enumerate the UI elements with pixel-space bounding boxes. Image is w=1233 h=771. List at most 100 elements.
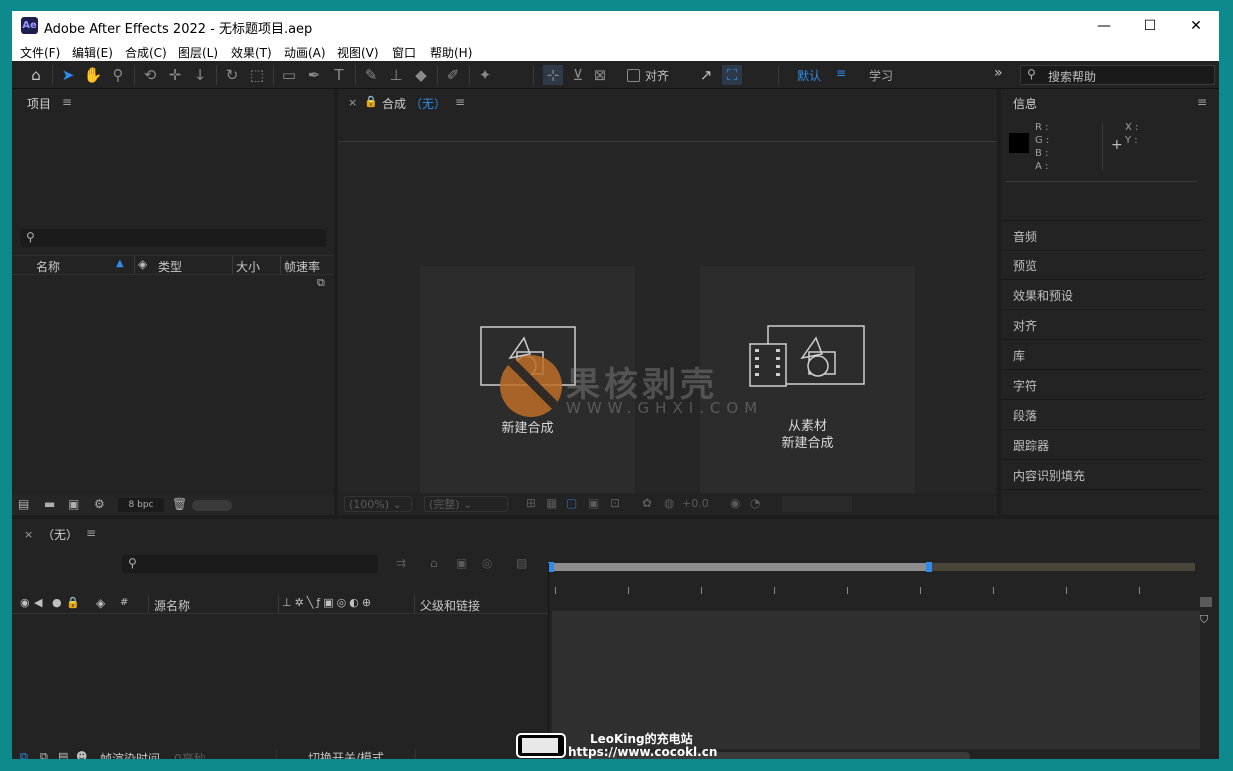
panel-effects-presets[interactable]: 效果和预设 <box>1001 280 1205 310</box>
eraser-tool-icon[interactable]: ◆ <box>411 65 431 85</box>
column-name[interactable]: 名称 <box>36 258 60 275</box>
hand-tool-icon[interactable]: ✋ <box>83 65 103 85</box>
menu-layer[interactable]: 图层(L) <box>178 44 218 61</box>
timeline-search-field[interactable]: ⚲ <box>122 555 378 573</box>
close-button[interactable]: ✕ <box>1173 11 1219 41</box>
new-composition-icon[interactable]: ▣ <box>68 497 79 511</box>
panel-audio[interactable]: 音频 <box>1001 220 1205 251</box>
new-composition-from-footage-card[interactable]: 从素材 新建合成 <box>700 266 915 496</box>
solo-icon[interactable]: ● <box>52 596 62 609</box>
magnification-dropdown[interactable]: (100%) ⌄ <box>344 496 412 512</box>
menu-window[interactable]: 窗口 <box>392 44 416 61</box>
close-tab-icon[interactable]: × <box>24 528 33 541</box>
view-axis-mode-icon[interactable]: ⊠ <box>590 65 610 85</box>
view-dropdown[interactable] <box>782 496 852 512</box>
comp-mini-flowchart-icon[interactable]: ⇉ <box>396 556 406 570</box>
puppet-pin-tool-icon[interactable]: ✦ <box>475 65 495 85</box>
guide-options-icon[interactable]: ⊡ <box>610 496 620 510</box>
clone-stamp-tool-icon[interactable]: ⊥ <box>386 65 406 85</box>
layer-switches-icons[interactable]: ⊥✲╲ƒ▣◎◐⊕ <box>282 596 374 609</box>
type-tool-icon[interactable]: T <box>329 65 349 85</box>
menu-effect[interactable]: 效果(T) <box>231 44 272 61</box>
panel-menu-icon[interactable]: ≡ <box>1197 95 1207 109</box>
work-area-range[interactable] <box>552 563 930 571</box>
timeline-tab-title[interactable]: （无） <box>42 526 78 543</box>
more-workspaces-icon[interactable]: » <box>994 65 1003 81</box>
snapping-checkbox[interactable] <box>627 69 640 82</box>
menu-edit[interactable]: 编辑(E) <box>72 44 113 61</box>
bit-depth-toggle[interactable]: 8 bpc <box>118 498 164 512</box>
snapshot-icon[interactable]: ◉ <box>730 496 740 510</box>
zoom-tool-icon[interactable]: ⚲ <box>108 65 128 85</box>
panel-menu-icon[interactable]: ≡ <box>455 95 465 109</box>
panel-tracker[interactable]: 跟踪器 <box>1001 430 1205 460</box>
column-frame-rate[interactable]: 帧速率 <box>284 258 320 275</box>
menu-animation[interactable]: 动画(A) <box>284 44 326 61</box>
color-channel-icon[interactable]: ✿ <box>642 496 652 510</box>
flowchart-icon[interactable]: ⧉ <box>317 276 325 290</box>
exposure-value[interactable]: +0.0 <box>682 497 709 510</box>
layer-switches-pane-icon[interactable]: ⧉ <box>20 750 28 759</box>
transparency-grid-icon[interactable]: ▦ <box>546 496 557 510</box>
label-tag-icon[interactable]: ◈ <box>138 257 147 271</box>
lock-icon[interactable]: 🔒 <box>364 95 378 108</box>
maximize-button[interactable]: ☐ <box>1127 11 1173 41</box>
frame-blending-icon[interactable]: ◎ <box>482 556 492 570</box>
world-axis-mode-icon[interactable]: ⊻ <box>568 65 588 85</box>
minimize-button[interactable]: — <box>1081 11 1127 41</box>
rotate-tool-icon[interactable]: ↻ <box>222 65 242 85</box>
workspace-menu-icon[interactable]: ≡ <box>836 66 846 80</box>
region-of-interest-icon[interactable]: ▣ <box>588 496 599 510</box>
panel-paragraph[interactable]: 段落 <box>1001 400 1205 430</box>
anchor-point-tool-icon[interactable]: ⬚ <box>247 65 267 85</box>
work-area-end-handle[interactable] <box>926 562 932 572</box>
project-search-field[interactable]: ⚲ <box>20 229 326 247</box>
show-snapshot-icon[interactable]: ◔ <box>750 496 760 510</box>
home-icon[interactable]: ⌂ <box>26 65 46 85</box>
in-out-panes-icon[interactable]: ▤ <box>58 750 68 759</box>
time-ruler[interactable] <box>552 575 1200 609</box>
resolution-dropdown[interactable]: (完整) ⌄ <box>424 496 508 512</box>
layer-number-column[interactable]: # <box>120 597 128 608</box>
composition-tab-name[interactable]: （无） <box>410 95 446 112</box>
pen-tool-icon[interactable]: ✒ <box>304 65 324 85</box>
menu-view[interactable]: 视图(V) <box>337 44 379 61</box>
panel-content-aware-fill[interactable]: 内容识别填充 <box>1001 460 1205 490</box>
panel-libraries[interactable]: 库 <box>1001 340 1205 370</box>
roto-brush-tool-icon[interactable]: ✐ <box>443 65 463 85</box>
panel-menu-icon[interactable]: ≡ <box>62 95 72 109</box>
project-settings-icon[interactable]: ⚙ <box>94 497 105 511</box>
brush-tool-icon[interactable]: ✎ <box>361 65 381 85</box>
snapshot-fit-icon[interactable]: ⊞ <box>526 496 536 510</box>
workspace-learn[interactable]: 学习 <box>869 67 893 84</box>
label-tag-icon[interactable]: ◈ <box>96 596 105 610</box>
info-panel-title[interactable]: 信息 <box>1013 95 1037 112</box>
sort-ascending-icon[interactable]: ▲ <box>116 258 124 269</box>
lock-icon[interactable]: 🔒 <box>66 596 80 609</box>
hide-shy-layers-icon[interactable]: ▣ <box>456 556 467 570</box>
delete-icon[interactable]: 🗑 <box>172 497 187 511</box>
rectangle-tool-icon[interactable]: ▭ <box>279 65 299 85</box>
workspace-default[interactable]: 默认 <box>797 67 821 84</box>
project-panel-title[interactable]: 项目 <box>27 95 51 112</box>
audio-toggle-icon[interactable]: ◀ <box>34 596 42 609</box>
selection-tool-icon[interactable]: ➤ <box>58 65 78 85</box>
draft-3d-icon[interactable]: ⌂ <box>430 556 438 570</box>
parent-link-column[interactable]: 父级和链接 <box>420 597 480 614</box>
interpret-footage-icon[interactable]: ▤ <box>18 497 29 511</box>
graph-editor-icon[interactable]: ▨ <box>516 556 527 570</box>
timeline-track-area[interactable] <box>552 611 1200 749</box>
dolly-camera-icon[interactable]: ↓ <box>190 65 210 85</box>
menu-composition[interactable]: 合成(C) <box>125 44 167 61</box>
thumbnail-slider[interactable] <box>192 500 232 511</box>
pan-camera-icon[interactable]: ✛ <box>165 65 185 85</box>
toggle-mask-icon[interactable]: ▢ <box>566 496 577 510</box>
orbit-camera-icon[interactable]: ⟲ <box>140 65 160 85</box>
new-folder-icon[interactable]: ▬ <box>44 497 55 511</box>
comp-marker-icon[interactable]: ⛉ <box>1200 613 1208 627</box>
panel-character[interactable]: 字符 <box>1001 370 1205 400</box>
timeline-zoom-handle[interactable] <box>1200 597 1212 607</box>
panel-preview[interactable]: 预览 <box>1001 250 1205 280</box>
panel-menu-icon[interactable]: ≡ <box>86 526 96 540</box>
menu-file[interactable]: 文件(F) <box>20 44 60 61</box>
